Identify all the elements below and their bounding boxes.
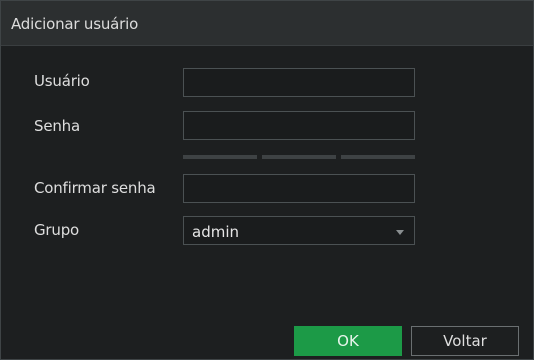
ok-button[interactable]: OK	[294, 326, 402, 356]
group-select-value: admin	[192, 223, 239, 241]
confirm-password-input[interactable]	[183, 174, 415, 203]
dialog-title: Adicionar usuário	[11, 15, 139, 33]
password-strength-segment-3	[341, 155, 415, 159]
add-user-dialog: Adicionar usuário Usuário Senha Confirma…	[0, 0, 534, 360]
user-label: Usuário	[34, 72, 90, 90]
confirm-password-label: Confirmar senha	[34, 179, 156, 197]
password-input[interactable]	[183, 111, 415, 140]
password-strength-segment-1	[183, 155, 257, 159]
password-label: Senha	[34, 117, 80, 135]
group-label: Grupo	[34, 221, 79, 239]
chevron-down-icon	[396, 230, 404, 235]
dialog-titlebar: Adicionar usuário	[1, 1, 533, 46]
back-button[interactable]: Voltar	[411, 326, 519, 356]
user-input[interactable]	[183, 68, 415, 97]
password-strength-segment-2	[262, 155, 336, 159]
group-select[interactable]: admin	[183, 216, 415, 245]
